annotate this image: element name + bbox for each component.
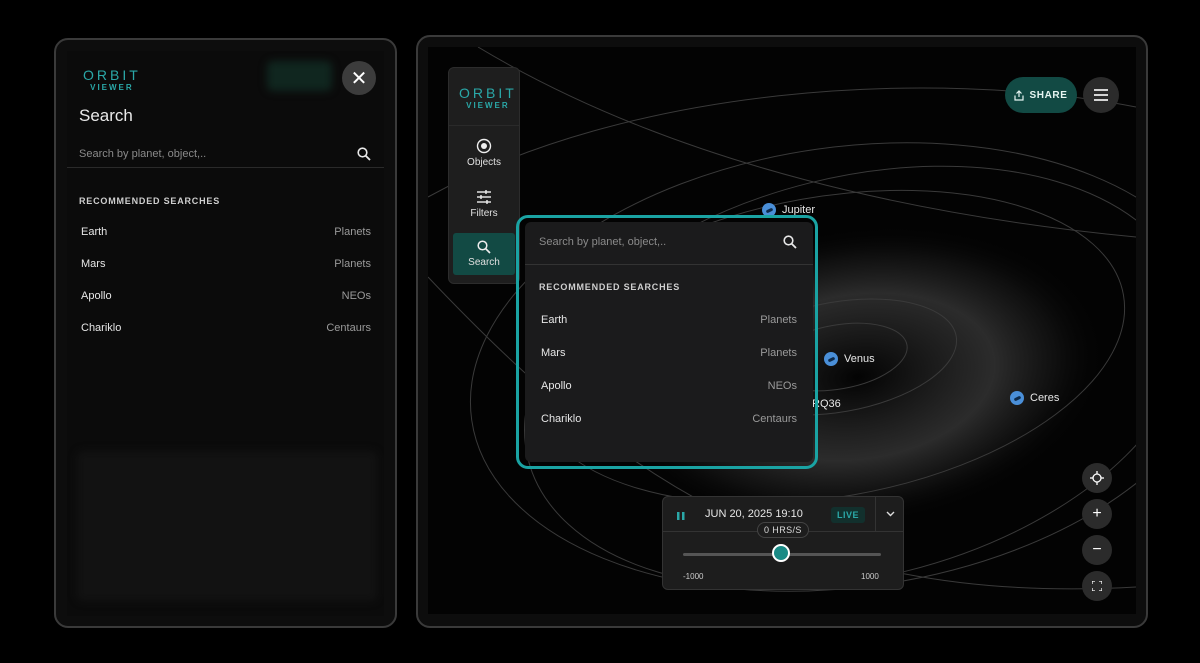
objects-icon — [476, 138, 492, 154]
planet-icon — [1010, 391, 1024, 405]
blurred-button — [267, 61, 332, 91]
search-icon[interactable] — [783, 235, 797, 249]
menu-button[interactable] — [1083, 77, 1119, 113]
time-controls: JUN 20, 2025 19:10 LIVE 0 HRS/S -1000 10… — [662, 496, 904, 590]
search-divider — [67, 167, 384, 168]
time-rate-thumb[interactable] — [772, 544, 790, 562]
planet-icon — [824, 352, 838, 366]
mobile-device-frame: ORBIT VIEWER ✕ Search Search by planet, … — [54, 38, 397, 628]
nav-item-objects[interactable]: Objects — [449, 138, 519, 168]
share-icon — [1014, 89, 1025, 101]
mobile-screen: ORBIT VIEWER ✕ Search Search by planet, … — [67, 51, 384, 616]
sliders-icon — [477, 190, 491, 204]
zoom-in-button[interactable]: + — [1082, 499, 1112, 529]
planet-venus[interactable]: Venus — [824, 352, 875, 366]
current-datetime: JUN 20, 2025 19:10 — [705, 508, 803, 520]
live-badge[interactable]: LIVE — [831, 507, 866, 523]
close-icon: ✕ — [350, 67, 368, 90]
rate-max-label: 1000 — [861, 572, 879, 581]
recommended-item[interactable]: Apollo NEOs — [541, 380, 797, 392]
hamburger-icon — [1094, 89, 1108, 101]
recommended-searches-heading: RECOMMENDED SEARCHES — [539, 282, 681, 292]
recommended-item[interactable]: Chariklo Centaurs — [81, 322, 371, 334]
nav-divider — [449, 125, 519, 126]
recommended-searches-heading: RECOMMENDED SEARCHES — [79, 196, 221, 206]
fullscreen-icon — [1092, 581, 1102, 591]
close-button[interactable]: ✕ — [342, 61, 376, 95]
recommended-item[interactable]: Chariklo Centaurs — [541, 413, 797, 425]
search-panel: Search by planet, object,.. RECOMMENDED … — [525, 222, 813, 462]
pause-button[interactable] — [675, 509, 687, 521]
search-input[interactable]: Search by planet, object,.. — [539, 235, 797, 249]
minus-icon: − — [1092, 541, 1102, 558]
time-expand-button[interactable] — [875, 497, 904, 531]
rate-min-label: -1000 — [683, 572, 704, 581]
search-placeholder: Search by planet, object,.. — [539, 236, 667, 248]
search-divider — [525, 264, 813, 265]
search-input[interactable]: Search by planet, object,.. — [79, 147, 371, 161]
rate-readout: 0 HRS/S — [757, 522, 809, 538]
pause-icon — [677, 512, 685, 520]
blurred-map-background — [77, 451, 377, 601]
recenter-button[interactable] — [1082, 463, 1112, 493]
nav-item-search[interactable]: Search — [449, 240, 519, 268]
search-icon[interactable] — [357, 147, 371, 161]
app-logo: ORBIT VIEWER — [83, 67, 141, 92]
side-nav: ORBIT VIEWER Objects Filters Search — [448, 67, 520, 284]
app-logo: ORBIT VIEWER — [459, 85, 517, 110]
target-icon — [1090, 471, 1104, 485]
recommended-item[interactable]: Mars Planets — [541, 347, 797, 359]
search-placeholder: Search by planet, object,.. — [79, 148, 207, 160]
tablet-device-frame: ORBIT VIEWER Objects Filters Search SHAR… — [416, 35, 1148, 628]
search-icon — [477, 240, 491, 254]
recommended-item[interactable]: Earth Planets — [541, 314, 797, 326]
recommended-item[interactable]: Mars Planets — [81, 258, 371, 270]
nav-item-filters[interactable]: Filters — [449, 189, 519, 219]
chevron-down-icon — [886, 511, 894, 517]
search-title: Search — [79, 106, 133, 125]
recommended-item[interactable]: Apollo NEOs — [81, 290, 371, 302]
fullscreen-button[interactable] — [1082, 571, 1112, 601]
recommended-item[interactable]: Earth Planets — [81, 226, 371, 238]
map-viewport[interactable]: ORBIT VIEWER Objects Filters Search SHAR… — [428, 47, 1136, 614]
plus-icon: + — [1092, 505, 1102, 522]
zoom-out-button[interactable]: − — [1082, 535, 1112, 565]
share-button[interactable]: SHARE — [1005, 77, 1077, 113]
planet-ceres[interactable]: Ceres — [1010, 391, 1059, 405]
